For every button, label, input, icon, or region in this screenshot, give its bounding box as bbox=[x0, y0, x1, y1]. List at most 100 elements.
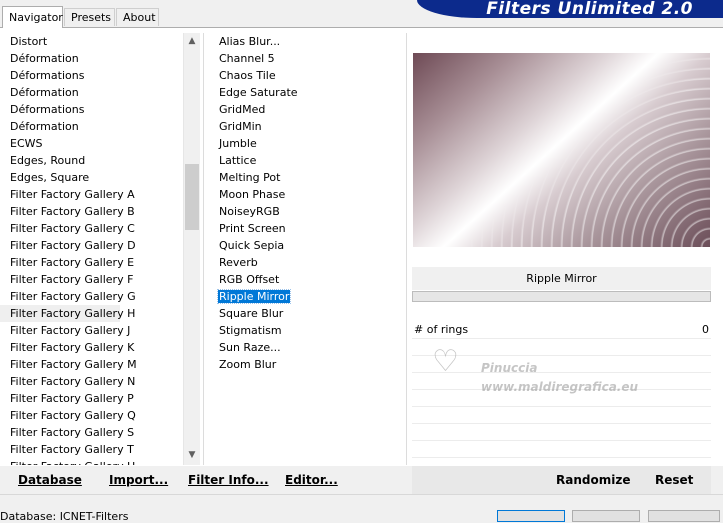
filter-item-label: Zoom Blur bbox=[219, 358, 277, 371]
filter-item[interactable]: Lattice bbox=[207, 152, 405, 169]
param-row[interactable]: # of rings 0 bbox=[412, 322, 711, 339]
filter-item-label: Moon Phase bbox=[219, 188, 286, 201]
category-item[interactable]: Filter Factory Gallery Q bbox=[0, 407, 183, 424]
param-row-empty bbox=[412, 424, 711, 441]
category-item[interactable]: Filter Factory Gallery G bbox=[0, 288, 183, 305]
import-button[interactable]: Import... bbox=[109, 473, 168, 487]
filter-item-label: Chaos Tile bbox=[219, 69, 276, 82]
param-row-empty bbox=[412, 441, 711, 458]
database-button[interactable]: Database bbox=[18, 473, 82, 487]
tab-presets[interactable]: Presets bbox=[64, 8, 115, 26]
filter-item[interactable]: RGB Offset bbox=[207, 271, 405, 288]
filter-item[interactable]: Reverb bbox=[207, 254, 405, 271]
param-value: 0 bbox=[702, 323, 709, 336]
filter-item-label: Edge Saturate bbox=[219, 86, 298, 99]
category-item[interactable]: Filter Factory Gallery N bbox=[0, 373, 183, 390]
filter-item-label: Channel 5 bbox=[219, 52, 275, 65]
filter-list[interactable]: Alias Blur... Channel 5 Chaos Tile Edge Sat… bbox=[207, 33, 405, 465]
filter-item-label: GridMed bbox=[219, 103, 266, 116]
category-item[interactable]: Déformations bbox=[0, 101, 183, 118]
filter-item[interactable]: Stigmatism bbox=[207, 322, 405, 339]
filter-item-label: RGB Offset bbox=[219, 273, 280, 286]
filter-item[interactable]: Print Screen bbox=[207, 220, 405, 237]
filter-item-label: Square Blur bbox=[219, 307, 284, 320]
column-divider bbox=[203, 33, 204, 465]
watermark-name: Pinuccia bbox=[481, 361, 538, 375]
randomize-button[interactable]: Randomize bbox=[556, 473, 630, 487]
category-item[interactable]: Filter Factory Gallery K bbox=[0, 339, 183, 356]
category-item[interactable]: Filter Factory Gallery S bbox=[0, 424, 183, 441]
category-item[interactable]: Distort bbox=[0, 33, 183, 50]
filter-item-label: NoiseyRGB bbox=[219, 205, 280, 218]
filter-item-label: Lattice bbox=[219, 154, 257, 167]
category-item[interactable]: Déformation bbox=[0, 118, 183, 135]
category-item[interactable]: Déformation bbox=[0, 84, 183, 101]
filter-item[interactable]: Quick Sepia bbox=[207, 237, 405, 254]
filter-info-button[interactable]: Filter Info... bbox=[188, 473, 269, 487]
category-item[interactable]: Déformation bbox=[0, 50, 183, 67]
category-item[interactable]: Filter Factory Gallery H bbox=[0, 305, 135, 322]
filter-item-label: Sun Raze... bbox=[219, 341, 281, 354]
progress-bar bbox=[412, 291, 711, 302]
filter-item-label: Stigmatism bbox=[219, 324, 282, 337]
help-button[interactable] bbox=[648, 510, 720, 522]
category-item[interactable]: Filter Factory Gallery E bbox=[0, 254, 183, 271]
category-scrollbar[interactable]: ▲ ▼ bbox=[183, 33, 200, 465]
category-item[interactable]: Filter Factory Gallery M bbox=[0, 356, 183, 373]
scroll-down-icon[interactable]: ▼ bbox=[184, 447, 200, 463]
category-item[interactable]: Filter Factory Gallery T bbox=[0, 441, 183, 458]
editor-button[interactable]: Editor... bbox=[285, 473, 338, 487]
param-label: # of rings bbox=[414, 323, 469, 336]
category-item[interactable]: ECWS bbox=[0, 135, 183, 152]
filter-item-label: Ripple Mirror bbox=[216, 289, 292, 304]
filter-item[interactable]: Moon Phase bbox=[207, 186, 405, 203]
category-item[interactable]: Edges, Square bbox=[0, 169, 183, 186]
filter-item[interactable]: Edge Saturate bbox=[207, 84, 405, 101]
filter-item[interactable]: Chaos Tile bbox=[207, 67, 405, 84]
scroll-up-icon[interactable]: ▲ bbox=[184, 33, 200, 49]
reset-button[interactable]: Reset bbox=[655, 473, 693, 487]
category-item[interactable]: Filter Factory Gallery F bbox=[0, 271, 183, 288]
category-item[interactable]: Filter Factory Gallery J bbox=[0, 322, 183, 339]
filter-item[interactable]: Ripple Mirror bbox=[207, 288, 405, 305]
tab-navigator[interactable]: Navigator bbox=[2, 6, 63, 28]
filter-item-label: GridMin bbox=[219, 120, 262, 133]
column-divider bbox=[406, 33, 407, 465]
category-item[interactable]: Edges, Round bbox=[0, 152, 183, 169]
filter-item[interactable]: Zoom Blur bbox=[207, 356, 405, 373]
filter-item-label: Quick Sepia bbox=[219, 239, 285, 252]
watermark-logo-icon: ♡ bbox=[432, 344, 459, 379]
ok-button[interactable] bbox=[497, 510, 565, 522]
filter-item-label: Jumble bbox=[219, 137, 257, 150]
filter-item[interactable]: GridMin bbox=[207, 118, 405, 135]
filter-item-label: Alias Blur... bbox=[219, 35, 281, 48]
category-list[interactable]: Distort Déformation Déformations Déformatio… bbox=[0, 33, 183, 465]
filter-item-label: Print Screen bbox=[219, 222, 286, 235]
category-item[interactable]: Déformations bbox=[0, 67, 183, 84]
database-status: Database: ICNET-Filters bbox=[0, 510, 129, 523]
filter-item-label: Reverb bbox=[219, 256, 258, 269]
category-item[interactable]: Filter Factory Gallery P bbox=[0, 390, 183, 407]
filter-item-label: Melting Pot bbox=[219, 171, 281, 184]
filter-item[interactable]: Jumble bbox=[207, 135, 405, 152]
filter-item[interactable]: NoiseyRGB bbox=[207, 203, 405, 220]
cancel-button[interactable] bbox=[572, 510, 640, 522]
category-item[interactable]: Filter Factory Gallery A bbox=[0, 186, 183, 203]
filter-name-label: Ripple Mirror bbox=[412, 267, 711, 290]
filter-item[interactable]: Sun Raze... bbox=[207, 339, 405, 356]
filter-item[interactable]: Channel 5 bbox=[207, 50, 405, 67]
filter-item[interactable]: Square Blur bbox=[207, 305, 405, 322]
param-row-empty bbox=[412, 407, 711, 424]
filter-item[interactable]: GridMed bbox=[207, 101, 405, 118]
filter-preview-image bbox=[413, 53, 710, 247]
scroll-thumb[interactable] bbox=[185, 164, 199, 230]
category-item[interactable]: Filter Factory Gallery U bbox=[0, 458, 183, 465]
category-item[interactable]: Filter Factory Gallery C bbox=[0, 220, 183, 237]
tab-about[interactable]: About bbox=[116, 8, 159, 26]
filter-item[interactable]: Alias Blur... bbox=[207, 33, 405, 50]
category-item[interactable]: Filter Factory Gallery B bbox=[0, 203, 183, 220]
watermark-url: www.maldiregrafica.eu bbox=[481, 380, 639, 394]
app-title-banner: Filters Unlimited 2.0 bbox=[417, 0, 723, 18]
category-item[interactable]: Filter Factory Gallery D bbox=[0, 237, 183, 254]
filter-item[interactable]: Melting Pot bbox=[207, 169, 405, 186]
